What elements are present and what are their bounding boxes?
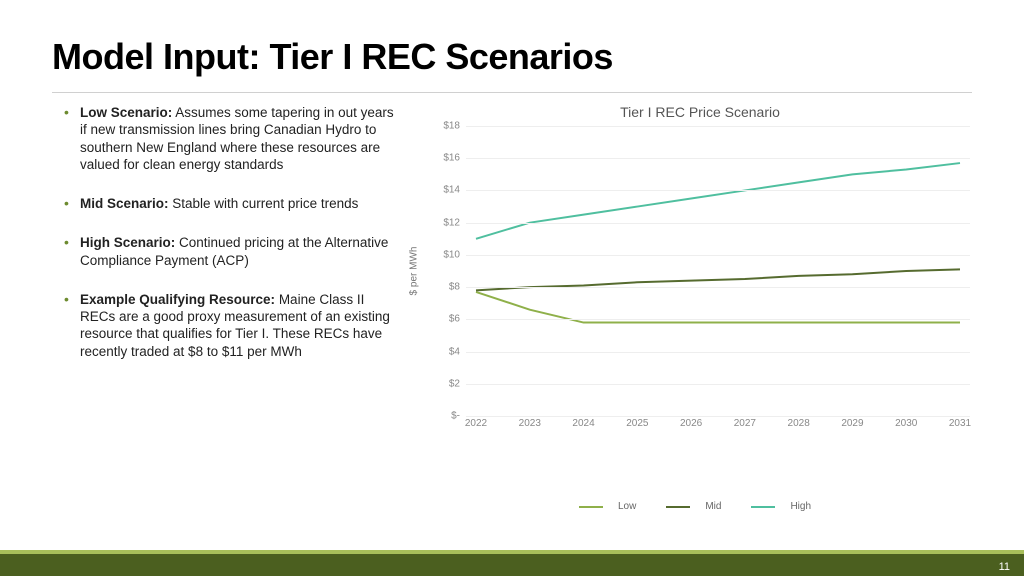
chart-gridline	[466, 158, 970, 159]
chart-ylabel: $ per MWh	[409, 247, 420, 296]
chart-ytick: $18	[443, 121, 460, 132]
bullet-bold: Mid Scenario:	[80, 196, 169, 211]
page-title: Model Input: Tier I REC Scenarios	[52, 36, 613, 78]
chart-gridline	[466, 255, 970, 256]
legend-label: High	[790, 501, 811, 512]
bullet-bold: Example Qualifying Resource:	[80, 292, 275, 307]
bullet-item: Example Qualifying Resource: Maine Class…	[64, 291, 394, 360]
chart-xtick: 2030	[895, 418, 917, 429]
chart-ytick: $12	[443, 217, 460, 228]
chart-xaxis: 2022 2023 2024 2025 2026 2027 2028 2029 2030 2031	[466, 416, 970, 436]
legend-swatch	[751, 506, 775, 508]
chart-xtick: 2026	[680, 418, 702, 429]
chart-ytick: $16	[443, 153, 460, 164]
chart-gridline	[466, 287, 970, 288]
chart-gridline	[466, 319, 970, 320]
legend-label: Mid	[705, 501, 721, 512]
chart-xtick: 2024	[572, 418, 594, 429]
chart-ytick: $6	[449, 314, 460, 325]
chart-title: Tier I REC Price Scenario	[420, 104, 980, 120]
legend-item: High	[751, 501, 821, 512]
legend-swatch	[579, 506, 603, 508]
chart-xtick: 2028	[788, 418, 810, 429]
chart-plot: $ per MWh $-$2$4$6$8$10$12$14$16$18 2022…	[420, 126, 980, 416]
chart-ytick: $2	[449, 378, 460, 389]
chart-yaxis: $-$2$4$6$8$10$12$14$16$18	[420, 126, 466, 416]
bullet-bold: Low Scenario:	[80, 105, 172, 120]
chart-plotarea	[466, 126, 970, 416]
divider	[52, 92, 972, 93]
chart-xtick: 2031	[949, 418, 971, 429]
slide: Model Input: Tier I REC Scenarios Low Sc…	[0, 0, 1024, 576]
legend-label: Low	[618, 501, 636, 512]
page-number: 11	[999, 561, 1010, 573]
chart-xtick: 2027	[734, 418, 756, 429]
chart-gridline	[466, 384, 970, 385]
chart-xtick: 2029	[841, 418, 863, 429]
chart-series-line	[476, 163, 960, 239]
bullet-text: Stable with current price trends	[169, 196, 359, 211]
chart-legend: Low Mid High	[420, 500, 980, 513]
bullet-item: Mid Scenario: Stable with current price …	[64, 195, 394, 212]
legend-item: Mid	[666, 501, 731, 512]
chart-ytick: $-	[451, 411, 460, 422]
chart-series-line	[476, 292, 960, 323]
chart-gridline	[466, 223, 970, 224]
chart-gridline	[466, 416, 970, 417]
chart-xtick: 2025	[626, 418, 648, 429]
bullet-item: High Scenario: Continued pricing at the …	[64, 234, 394, 269]
chart-gridline	[466, 352, 970, 353]
chart-gridline	[466, 190, 970, 191]
chart-xtick: 2022	[465, 418, 487, 429]
chart-ytick: $14	[443, 185, 460, 196]
legend-swatch	[666, 506, 690, 508]
bullet-item: Low Scenario: Assumes some tapering in o…	[64, 104, 394, 173]
chart-lines	[466, 126, 970, 416]
footer-accent-dark: 11	[0, 554, 1024, 576]
chart-gridline	[466, 126, 970, 127]
chart-ytick: $10	[443, 249, 460, 260]
chart-ytick: $4	[449, 346, 460, 357]
bullet-list: Low Scenario: Assumes some tapering in o…	[64, 104, 394, 382]
chart-ytick: $8	[449, 282, 460, 293]
bullet-bold: High Scenario:	[80, 235, 175, 250]
legend-item: Low	[579, 501, 646, 512]
chart: Tier I REC Price Scenario $ per MWh $-$2…	[420, 104, 980, 464]
chart-xtick: 2023	[519, 418, 541, 429]
